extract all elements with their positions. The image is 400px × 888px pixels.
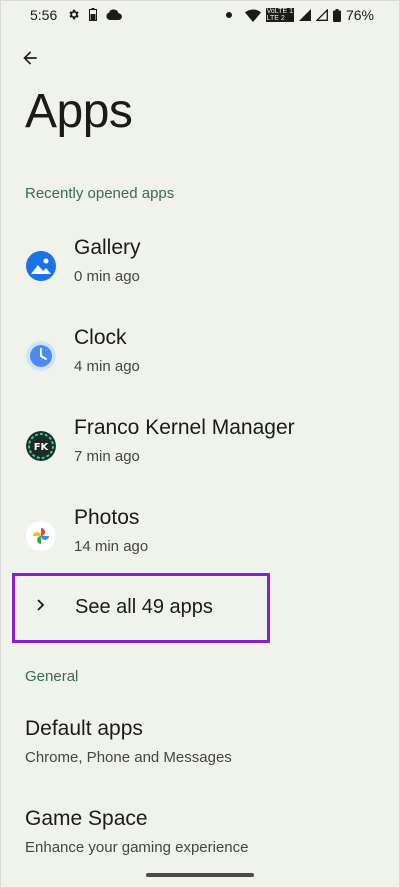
signal-icon xyxy=(315,9,328,21)
section-header-general: General xyxy=(25,668,79,685)
app-last-opened: 7 min ago xyxy=(74,448,140,465)
back-button[interactable] xyxy=(18,46,42,70)
app-row-franco-kernel-manager[interactable]: FK Franco Kernel Manager 7 min ago xyxy=(0,408,400,488)
battery-icon xyxy=(332,8,341,22)
wifi-icon xyxy=(244,8,261,22)
app-name: Gallery xyxy=(74,236,141,259)
signal-icon xyxy=(298,9,311,21)
section-header-recent: Recently opened apps xyxy=(25,185,175,202)
network-type-label: VoLTE 1 LTE 2 xyxy=(265,8,294,22)
app-row-photos[interactable]: Photos 14 min ago xyxy=(0,498,400,578)
svg-text:FK: FK xyxy=(34,442,50,453)
clock-icon xyxy=(26,341,56,371)
page-title: Apps xyxy=(25,85,133,138)
setting-subtitle: Enhance your gaming experience xyxy=(25,839,249,856)
franco-kernel-icon: FK xyxy=(26,431,56,461)
see-all-apps-button[interactable]: See all 49 apps xyxy=(12,573,270,643)
status-left-icons xyxy=(67,8,122,21)
setting-title: Default apps xyxy=(25,717,143,740)
app-name: Clock xyxy=(74,326,127,349)
setting-title: Game Space xyxy=(25,807,148,830)
app-last-opened: 4 min ago xyxy=(74,358,140,375)
app-last-opened: 0 min ago xyxy=(74,268,140,285)
gallery-icon xyxy=(26,251,56,281)
status-time: 5:56 xyxy=(30,7,58,23)
app-row-gallery[interactable]: Gallery 0 min ago xyxy=(0,228,400,308)
battery-percent: 76% xyxy=(345,7,374,23)
network-label-top: VoLTE 1 xyxy=(266,8,293,15)
network-label-bottom: LTE 2 xyxy=(266,15,285,22)
see-all-apps-label: See all 49 apps xyxy=(75,596,213,618)
gear-icon xyxy=(69,9,79,20)
status-right-icons: VoLTE 1 LTE 2 76% xyxy=(225,7,374,23)
chevron-right-icon xyxy=(37,599,45,611)
app-last-opened: 14 min ago xyxy=(74,538,149,555)
photos-icon xyxy=(26,521,56,551)
app-name: Photos xyxy=(74,506,140,529)
app-name: Franco Kernel Manager xyxy=(74,416,295,439)
dot-icon xyxy=(225,12,232,18)
default-apps-item[interactable]: Default apps Chrome, Phone and Messages xyxy=(0,717,400,789)
cloud-icon xyxy=(106,9,122,20)
game-space-item[interactable]: Game Space Enhance your gaming experienc… xyxy=(0,807,400,879)
status-bar: 5:56 VoLTE 1 LTE 2 76% xyxy=(0,0,400,30)
gesture-nav-handle[interactable] xyxy=(146,873,254,877)
arrow-back-icon xyxy=(23,51,37,65)
app-row-clock[interactable]: Clock 4 min ago xyxy=(0,318,400,398)
setting-subtitle: Chrome, Phone and Messages xyxy=(25,749,232,766)
battery-saver-icon xyxy=(89,8,97,21)
